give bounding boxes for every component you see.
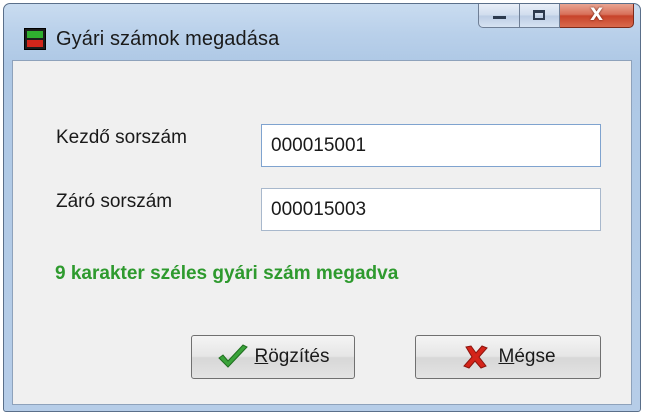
dialog-body: Kezdő sorszám Záró sorszám 9 karakter sz… xyxy=(12,60,632,405)
checkmark-icon xyxy=(217,344,249,370)
info-message: 9 karakter széles gyári szám megadva xyxy=(55,263,399,284)
start-number-input[interactable] xyxy=(261,124,601,167)
app-icon-bottom xyxy=(27,40,43,47)
dialog-window: Gyári számok megadása X Kezdő sorszám Zá… xyxy=(3,3,641,412)
save-button[interactable]: Rögzítés xyxy=(191,335,355,379)
maximize-button[interactable] xyxy=(520,4,560,28)
cross-icon xyxy=(460,344,492,370)
app-icon-top xyxy=(27,31,43,38)
cancel-button-label: Mégse xyxy=(498,346,555,368)
start-number-label: Kezdő sorszám xyxy=(56,127,187,148)
close-button[interactable]: X xyxy=(560,4,634,28)
minimize-button[interactable] xyxy=(478,4,520,28)
cancel-button[interactable]: Mégse xyxy=(415,335,601,379)
cancel-label-rest: égse xyxy=(514,346,556,367)
title-bar[interactable]: Gyári számok megadása X xyxy=(4,4,640,60)
end-number-input[interactable] xyxy=(261,188,601,231)
window-title: Gyári számok megadása xyxy=(56,28,280,50)
save-mnemonic: R xyxy=(254,346,269,367)
maximize-icon xyxy=(533,10,545,20)
caption-buttons: X xyxy=(478,4,634,30)
cancel-mnemonic: M xyxy=(498,346,515,367)
minimize-icon xyxy=(493,16,506,19)
end-number-label: Záró sorszám xyxy=(56,191,173,212)
close-icon: X xyxy=(589,5,604,25)
save-button-label: Rögzítés xyxy=(255,346,330,368)
save-label-rest: ögzítés xyxy=(268,346,330,367)
app-icon[interactable] xyxy=(24,28,46,50)
